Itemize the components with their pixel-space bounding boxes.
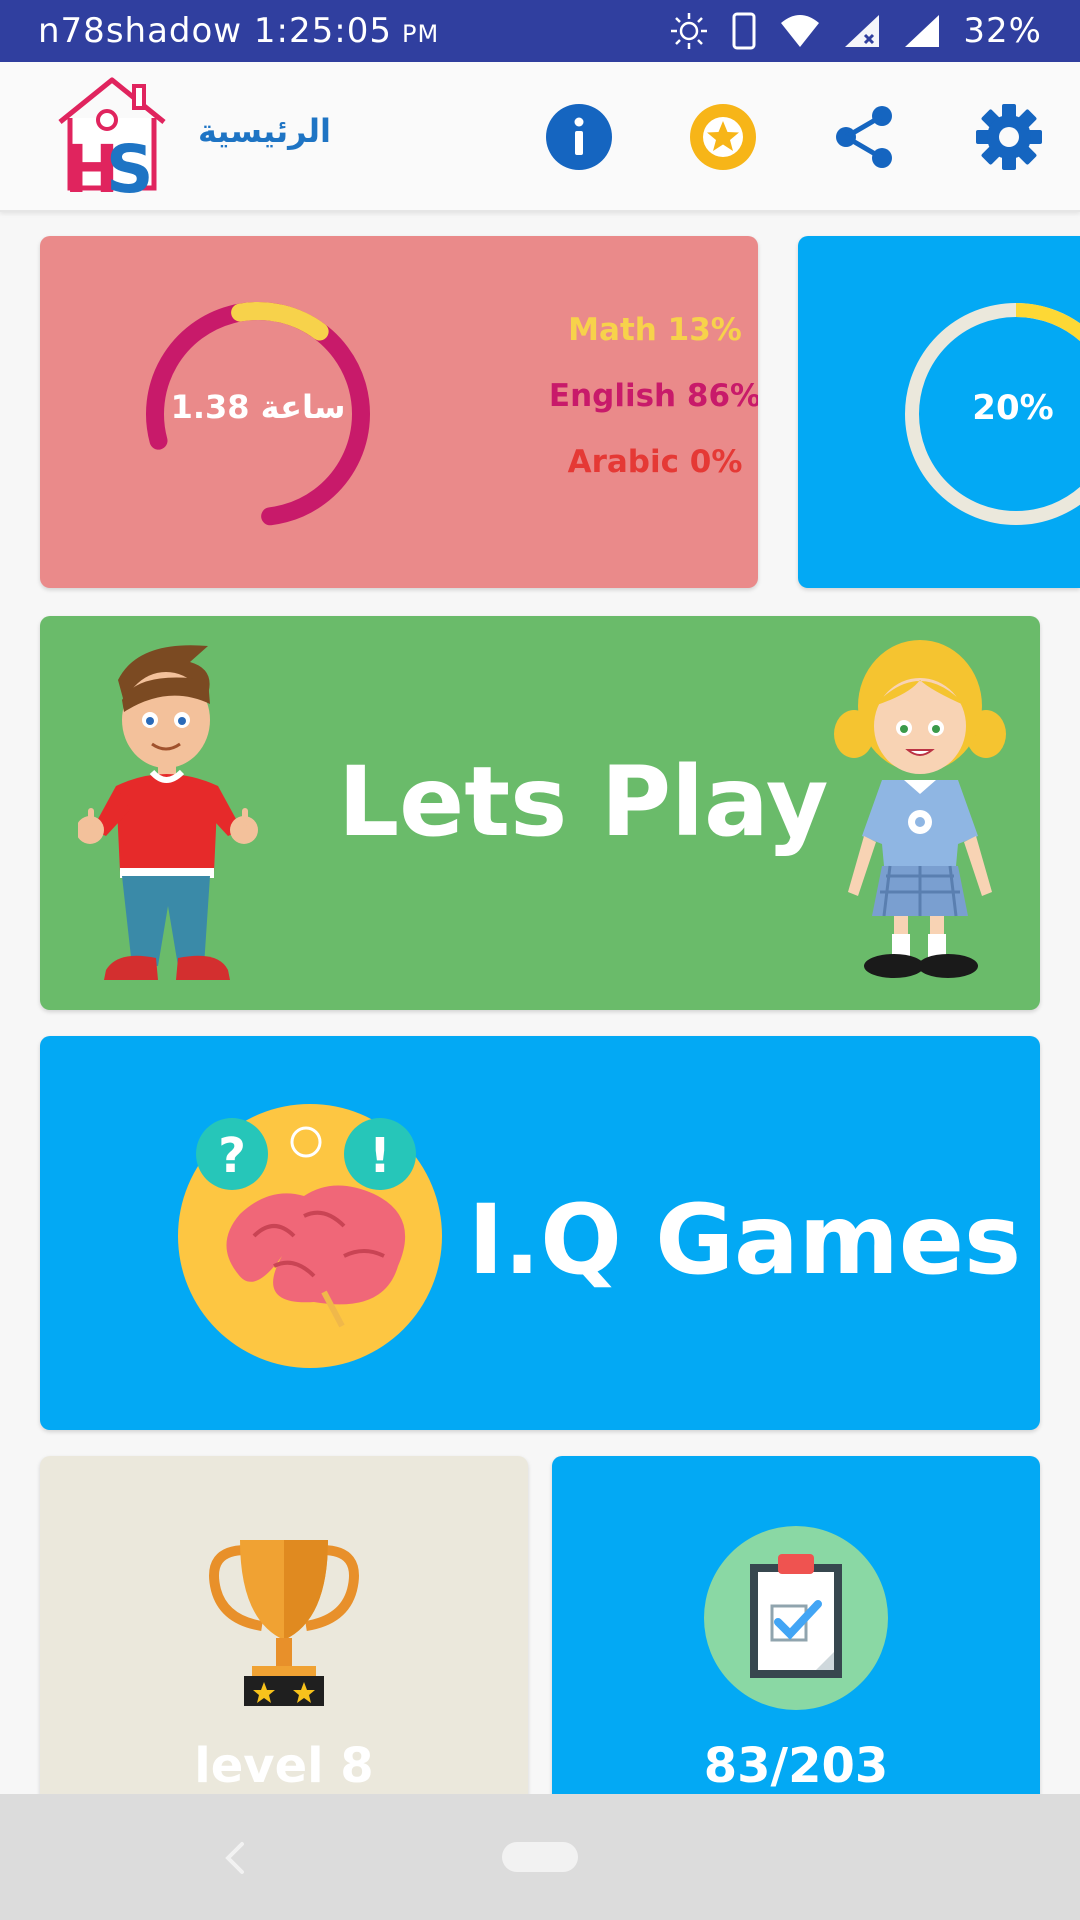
level-label: level 8: [194, 1738, 374, 1794]
signal-icon: [905, 15, 940, 47]
lets-play-title: Lets Play: [338, 746, 829, 858]
home-pill-button[interactable]: [502, 1842, 578, 1872]
svg-text:?: ?: [218, 1128, 246, 1184]
app-bar: H S الرئيسية: [0, 62, 1080, 212]
arabic-progress: Arabic 0%: [567, 444, 743, 480]
svg-text:!: !: [369, 1128, 391, 1184]
status-bar: n78shadow 1:25:05 PM 32%: [0, 0, 1080, 62]
ampm: PM: [401, 20, 440, 48]
logo-s-letter: S: [106, 131, 154, 198]
clipboard-check-icon: [704, 1526, 888, 1710]
share-button[interactable]: [830, 102, 900, 172]
rate-button[interactable]: [688, 102, 758, 172]
iq-games-title: I.Q Games: [468, 1184, 1022, 1296]
settings-icon: [976, 104, 1042, 170]
signal-no-sim-icon: [845, 15, 880, 47]
app-logo: H S: [58, 77, 166, 198]
phone-icon: [732, 12, 756, 50]
iq-games-card[interactable]: ? ! I.Q Games: [40, 1036, 1040, 1430]
boy-illustration: [78, 645, 258, 980]
page-title: الرئيسية: [198, 112, 331, 150]
study-time-card[interactable]: ساعة 1.38 Math 13% English 86% Arabic 0%: [40, 236, 758, 588]
trophy-icon: [209, 1540, 359, 1706]
tasks-progress-label: 83/203: [703, 1738, 889, 1794]
info-icon: [546, 104, 612, 170]
navigation-bar: [0, 1794, 1080, 1920]
brightness-icon: [671, 13, 708, 49]
star-icon: [690, 104, 756, 170]
wifi-icon: [781, 15, 820, 47]
back-icon[interactable]: [222, 1840, 246, 1876]
battery-level: 32%: [963, 11, 1042, 51]
info-button[interactable]: [544, 102, 614, 172]
english-progress: English 86%: [548, 378, 758, 414]
carrier-time: n78shadow 1:25:05: [38, 11, 392, 51]
status-right: 32%: [669, 11, 1042, 51]
brain-icon: ? !: [178, 1104, 442, 1368]
math-progress: Math 13%: [568, 312, 742, 348]
status-left: n78shadow 1:25:05 PM: [38, 11, 439, 51]
settings-button[interactable]: [974, 102, 1044, 172]
share-icon: [836, 106, 892, 168]
study-hours: ساعة 1.38: [170, 388, 346, 426]
lets-play-card[interactable]: Lets Play: [40, 616, 1040, 1010]
completion-percent: 20%: [972, 388, 1054, 428]
completion-card[interactable]: 20%: [798, 236, 1080, 588]
girl-illustration: [834, 640, 1006, 978]
